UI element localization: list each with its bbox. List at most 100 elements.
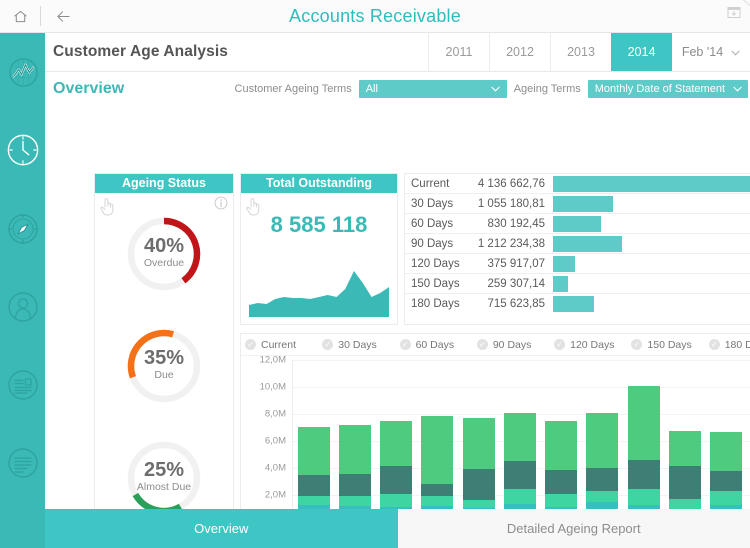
bar-segment — [586, 412, 619, 469]
bar-column[interactable]: Jun '13 — [417, 362, 458, 540]
bar-stack — [338, 425, 371, 522]
bar-column[interactable]: Sep '13 — [541, 362, 582, 540]
table-cell-value: 1 055 180,81 — [477, 197, 545, 210]
year-tab-2013[interactable]: 2013 — [550, 33, 611, 71]
sidebar-item-list[interactable] — [6, 446, 40, 480]
bar-column[interactable]: Oct '13 — [582, 362, 623, 540]
gauge-name: Overdue — [143, 257, 185, 269]
table-row[interactable]: 60 Days 830 192,45 — [405, 214, 750, 234]
series-checkbox[interactable]: ✓ 60 Days — [399, 339, 477, 351]
year-tab-2014[interactable]: 2014 — [611, 33, 672, 71]
bar-column[interactable]: Jul '13 — [458, 362, 499, 540]
sidebar — [0, 33, 45, 548]
table-cell-bar — [553, 254, 750, 274]
top-bar: Accounts Receivable — [0, 0, 750, 33]
bar-segment — [503, 413, 536, 461]
table-cell-value: 375 917,07 — [487, 257, 545, 270]
series-checkbox[interactable]: ✓ 30 Days — [322, 339, 399, 351]
bar-column[interactable]: Nov '13 — [623, 362, 664, 540]
check-icon: ✓ — [554, 339, 566, 350]
list-lines-icon — [8, 448, 38, 478]
page-header: Customer Age Analysis 2011 2012 2013 201… — [45, 33, 750, 72]
bar-column[interactable]: May '13 — [376, 362, 417, 540]
value-bar — [553, 175, 750, 192]
series-checkbox[interactable]: ✓ Current — [245, 339, 322, 351]
sidebar-item-compass[interactable] — [6, 212, 40, 246]
app-title: Accounts Receivable — [289, 5, 461, 26]
bar-segment — [462, 418, 495, 470]
bar-stack — [503, 413, 536, 522]
bar-stack — [380, 421, 413, 522]
y-axis-tick: 2,0M — [264, 489, 286, 501]
bar-column[interactable]: Dec '13 — [664, 362, 705, 540]
series-checkbox[interactable]: ✓ 180 Days — [708, 339, 750, 351]
ageing-table-panel: Current 4 136 662,76 30 Days 1 055 180,81 60… — [404, 173, 750, 325]
sidebar-item-analytics[interactable] — [6, 55, 40, 89]
overview-heading: Overview — [53, 80, 125, 97]
year-tab-2012[interactable]: 2012 — [489, 33, 550, 71]
month-label: Feb '14 — [681, 45, 724, 59]
info-circle-icon[interactable] — [214, 196, 228, 215]
value-bar — [553, 215, 601, 232]
customer-ageing-terms-select[interactable]: All — [358, 80, 507, 98]
table-cell-label: 120 Days — [411, 257, 460, 270]
gauge-almost-due[interactable]: 25% Almost Due — [124, 438, 204, 518]
user-icon — [8, 292, 38, 322]
table-cell-bar — [553, 214, 750, 234]
chevron-down-icon — [731, 45, 740, 59]
gauge-label: 35% Due — [124, 348, 204, 381]
gauge-overdue[interactable]: 40% Overdue — [124, 214, 204, 294]
app-root: Accounts Receivable Customer Age Analysi… — [0, 0, 750, 548]
total-outstanding-value: 8 585 118 — [270, 212, 368, 237]
sidebar-item-user[interactable] — [6, 290, 40, 324]
table-row[interactable]: 150 Days 259 307,14 — [405, 274, 750, 294]
news-document-icon — [8, 370, 38, 400]
ageing-terms-select[interactable]: Monthly Date of Statement — [587, 80, 748, 98]
table-row[interactable]: 120 Days 375 917,07 — [405, 254, 750, 274]
bar-column[interactable]: Aug '13 — [499, 362, 540, 540]
capture-icon[interactable] — [723, 2, 745, 22]
check-icon: ✓ — [399, 339, 411, 350]
table-row[interactable]: 180 Days 715 623,85 — [405, 294, 750, 314]
bar-segment — [503, 460, 536, 490]
gauge-percent: 25% — [143, 459, 185, 481]
gauge-due[interactable]: 35% Due — [124, 326, 204, 406]
ageing-terms-value: Monthly Date of Statement — [594, 83, 725, 95]
customer-ageing-terms-value: All — [365, 83, 378, 95]
series-checkbox[interactable]: ✓ 120 Days — [554, 339, 631, 351]
tab-overview[interactable]: Overview — [45, 509, 398, 548]
table-cell-label: 90 Days — [411, 237, 454, 250]
bar-segment — [710, 491, 743, 506]
table-row[interactable]: Current 4 136 662,76 — [405, 174, 750, 194]
series-checkbox[interactable]: ✓ 90 Days — [476, 339, 554, 351]
bar-column[interactable]: Apr '13 — [334, 362, 375, 540]
series-checkbox-label: 150 Days — [647, 338, 692, 351]
table-row[interactable]: 90 Days 1 212 234,38 — [405, 234, 750, 254]
bar-segment — [380, 421, 413, 466]
y-axis-tick: 8,0M — [264, 408, 286, 420]
value-bar — [553, 255, 575, 272]
outstanding-balance-sparkline — [249, 265, 389, 317]
gauge-percent: 35% — [143, 347, 185, 369]
bar-segment — [421, 416, 454, 485]
bar-column[interactable]: Jan '14 — [706, 362, 747, 540]
series-checkbox[interactable]: ✓ 150 Days — [631, 339, 708, 351]
bar-group: Mar '13Apr '13May '13Jun '13Jul '13Aug '… — [293, 362, 750, 540]
bar-column[interactable]: Mar '13 — [293, 362, 334, 540]
year-tab-2011[interactable]: 2011 — [428, 33, 489, 71]
tab-detailed-ageing-report[interactable]: Detailed Ageing Report — [398, 509, 750, 548]
bar-segment — [710, 470, 743, 492]
bar-segment — [380, 493, 413, 507]
table-row[interactable]: 30 Days 1 055 180,81 — [405, 194, 750, 214]
table-cell-label: 60 Days — [411, 217, 454, 230]
total-outstanding-balance-header: Total Outstanding Balance — [241, 174, 397, 209]
bar-segment — [586, 491, 619, 503]
bar-segment — [668, 430, 701, 467]
compass-icon — [8, 214, 38, 244]
sidebar-item-clock[interactable] — [6, 133, 40, 167]
series-checkbox-label: 120 Days — [570, 338, 615, 351]
sidebar-item-news[interactable] — [6, 368, 40, 402]
bar-segment — [545, 421, 578, 471]
year-tabs: 2011 2012 2013 2014 Feb '14 — [428, 33, 750, 71]
month-selector[interactable]: Feb '14 — [672, 33, 750, 71]
